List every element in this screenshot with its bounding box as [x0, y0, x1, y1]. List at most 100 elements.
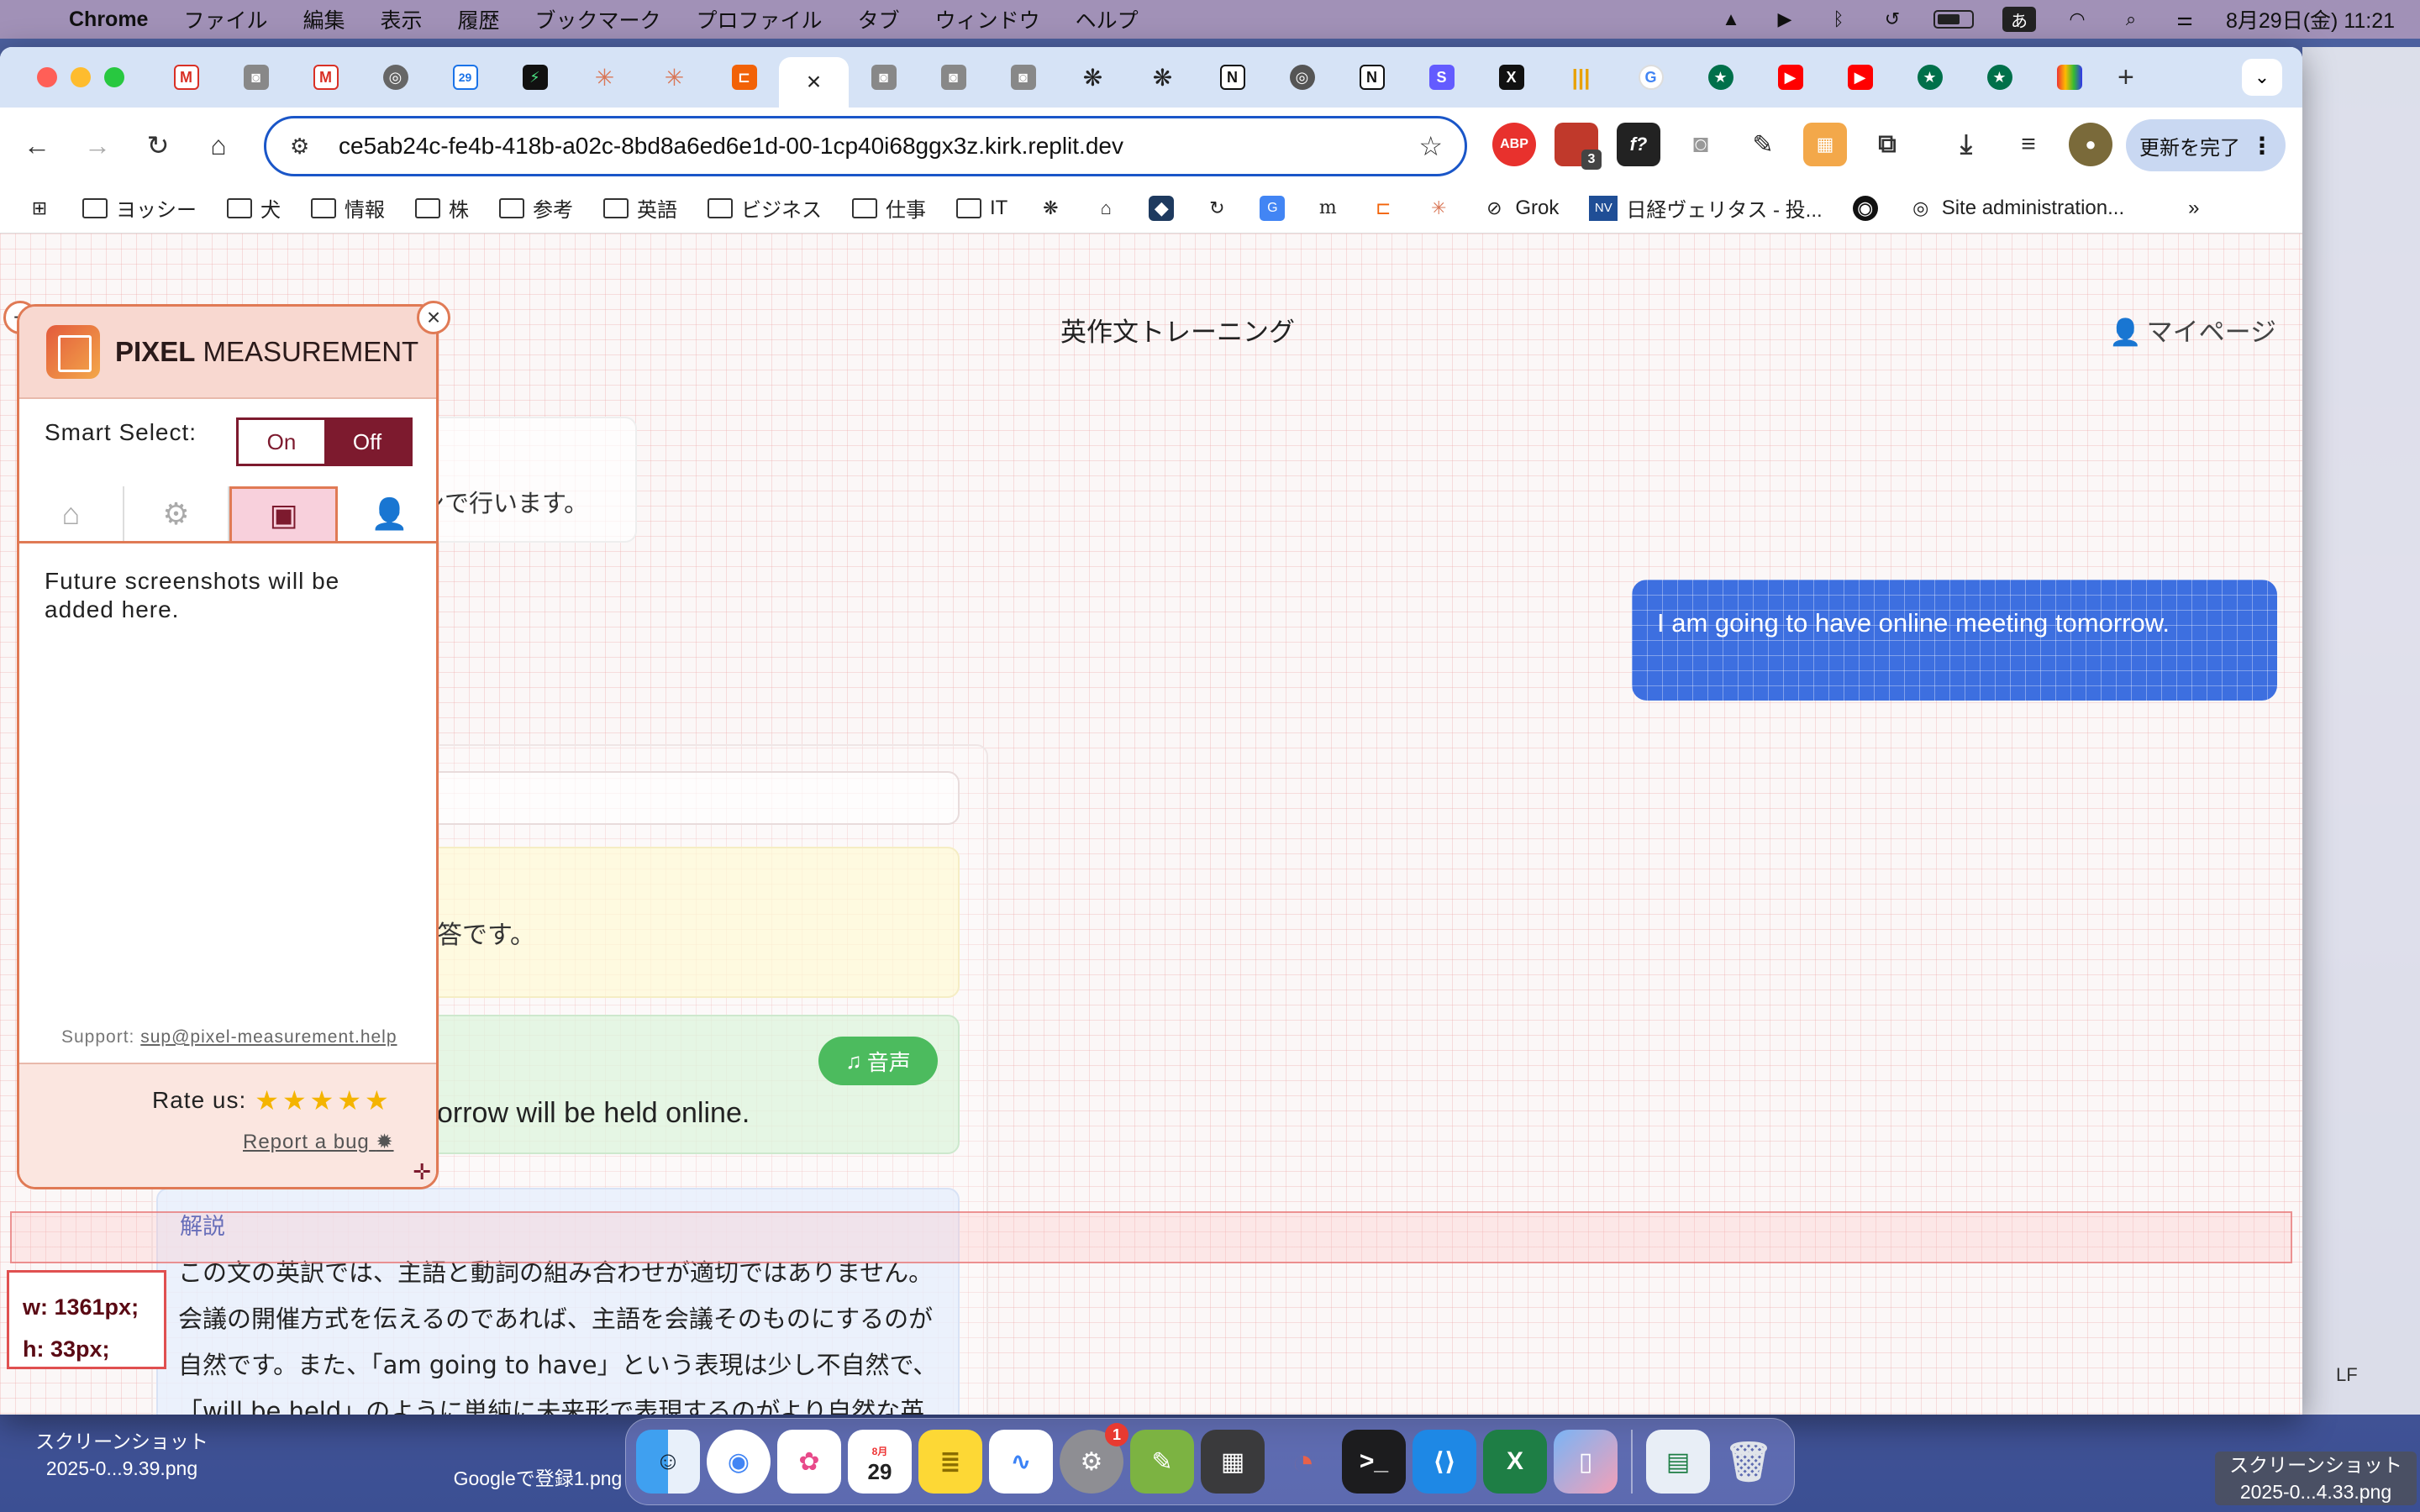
panel-close-button[interactable]: × [417, 301, 450, 334]
tab-google[interactable]: G [1616, 52, 1686, 102]
terminal-icon[interactable]: >_ [1342, 1430, 1406, 1494]
zoom-window-button[interactable] [104, 67, 124, 87]
tab-starbucks[interactable]: ★ [1686, 52, 1755, 102]
bookmark-site-admin[interactable]: ◎ Site administration... [1908, 196, 2124, 221]
apps-grid-icon[interactable]: ⊞ [27, 196, 52, 221]
bookmark-moodle[interactable]: ◉ [1852, 195, 1878, 221]
bookmark-folder-reference[interactable]: 参考 [499, 193, 573, 223]
wifi-icon[interactable]: ◠ [2065, 8, 2090, 30]
audio-button[interactable]: ♫ 音声 [818, 1037, 938, 1085]
site-info-icon[interactable]: ⚙ [290, 134, 339, 160]
forward-button[interactable]: → [67, 130, 128, 161]
tab-search-dropdown[interactable]: ⌄ [2242, 59, 2282, 96]
desktop-file-screenshot-2[interactable]: スクリーンショット 2025-0...4.33.png [2215, 1452, 2417, 1505]
reload-button[interactable]: ↻ [128, 129, 188, 161]
play-icon[interactable]: ▶ [1772, 8, 1797, 30]
bookmarks-overflow-button[interactable]: » [2188, 197, 2199, 220]
desktop-file-google-signup[interactable]: Googleで登録1.png [437, 1465, 639, 1492]
download-icon[interactable]: ⤓ [1944, 123, 1988, 166]
camera-icon[interactable]: ◙ [1679, 123, 1723, 166]
formula-icon[interactable]: f? [1617, 123, 1660, 166]
menu-app-name[interactable]: Chrome [69, 8, 148, 32]
tab-rainbow[interactable] [2034, 52, 2104, 102]
vscode-icon[interactable]: ⟨⟩ [1413, 1430, 1476, 1494]
tab-replit[interactable]: ⊏ [709, 52, 779, 102]
tab-starbucks-2[interactable]: ★ [1895, 52, 1965, 102]
support-email-link[interactable]: sup@pixel-measurement.help [140, 1027, 397, 1047]
tab-gmail[interactable]: M [151, 52, 221, 102]
tab-camera-2[interactable]: ◙ [849, 52, 918, 102]
smart-select-on-button[interactable]: On [239, 420, 324, 464]
bookmark-folder-info[interactable]: 情報 [311, 193, 385, 223]
tab-stripe[interactable]: S [1407, 52, 1476, 102]
finder-icon[interactable]: ☺ [636, 1430, 700, 1494]
tab-settings[interactable]: ⚙ [124, 486, 229, 541]
tab-starbucks-3[interactable]: ★ [1965, 52, 2034, 102]
report-bug-link[interactable]: Report a bug ✹ [243, 1130, 394, 1154]
tab-chatgpt-2[interactable]: ❋ [1128, 52, 1197, 102]
extension-badge-icon[interactable]: 3 [1555, 123, 1602, 170]
new-tab-button[interactable]: + [2118, 61, 2134, 94]
trash-icon[interactable]: 🗑 [1717, 1430, 1781, 1494]
iphone-mirroring-icon[interactable]: ▯ [1554, 1430, 1618, 1494]
smart-select-off-button[interactable]: Off [324, 420, 410, 464]
rating-stars-icon[interactable]: ★★★★★ [255, 1084, 392, 1116]
bluetooth-icon[interactable]: ᛒ [1826, 8, 1851, 30]
calendar-icon[interactable]: 8月 29 [848, 1430, 912, 1494]
tab-claude-2[interactable]: ✳ [639, 52, 709, 102]
bookmark-folder-yoshi[interactable]: ヨッシー [82, 193, 197, 223]
bookmark-folder-it[interactable]: IT [956, 197, 1007, 220]
tab-close-icon[interactable]: × [807, 68, 822, 97]
tab-notion-2[interactable]: N [1337, 52, 1407, 102]
photos-icon[interactable]: ✿ [777, 1430, 841, 1494]
bookmark-replit[interactable]: ⊏ [1370, 196, 1396, 221]
pen-icon[interactable]: ✎ [1741, 123, 1785, 166]
menu-view[interactable]: 表示 [381, 4, 423, 34]
notes-icon[interactable]: ≣ [918, 1430, 982, 1494]
mypage-link[interactable]: 👤 マイページ [2109, 311, 2276, 349]
tab-notion[interactable]: N [1197, 52, 1267, 102]
tab-account[interactable]: 👤 [338, 486, 436, 541]
input-method-indicator[interactable]: あ [2002, 7, 2036, 32]
system-settings-icon[interactable]: ⚙ 1 [1060, 1423, 1128, 1494]
tab-globe[interactable]: ◎ [360, 52, 430, 102]
control-center-icon[interactable]: ⚌ [2172, 8, 2197, 30]
bookmark-home[interactable]: ⌂ [1093, 196, 1118, 221]
url-text[interactable]: ce5ab24c-fe4b-418b-a02c-8bd8a6ed6e1d-00-… [339, 133, 1123, 160]
bookmark-folder-business[interactable]: ビジネス [708, 193, 822, 223]
tab-active[interactable]: × [779, 57, 849, 108]
tab-camera[interactable]: ◙ [221, 52, 291, 102]
bookmark-mail[interactable]: m [1315, 196, 1340, 221]
update-button[interactable]: 更新を完了 ⋮ [2126, 119, 2286, 171]
close-window-button[interactable] [37, 67, 57, 87]
menu-profiles[interactable]: プロファイル [697, 4, 823, 34]
tab-home[interactable]: ⌂ [19, 486, 124, 541]
time-machine-icon[interactable]: ↺ [1880, 8, 1905, 30]
avatar[interactable]: ● [2069, 123, 2112, 166]
recent-document-icon[interactable]: ▤ [1646, 1430, 1710, 1494]
bookmark-sync[interactable]: ↻ [1204, 196, 1229, 221]
media-controls-icon[interactable]: ≡ [2007, 123, 2050, 166]
tab-gmail-2[interactable]: M [291, 52, 360, 102]
kebab-menu-icon[interactable]: ⋮ [2250, 132, 2274, 160]
menubar-clock[interactable]: 8月29日(金) 11:21 [2226, 4, 2395, 34]
tab-chatgpt[interactable]: ❋ [1058, 52, 1128, 102]
excel-icon[interactable]: X [1483, 1430, 1547, 1494]
menu-bookmarks[interactable]: ブックマーク [535, 4, 661, 34]
back-button[interactable]: ← [7, 130, 67, 161]
tab-claude[interactable]: ✳ [570, 52, 639, 102]
address-bar[interactable]: ⚙ ce5ab24c-fe4b-418b-a02c-8bd8a6ed6e1d-0… [264, 116, 1467, 176]
move-handle-icon[interactable]: ✛ [413, 1159, 431, 1185]
bookmark-star-icon[interactable]: ☆ [1418, 130, 1443, 162]
monitor-app-icon[interactable]: ◔ [1271, 1430, 1335, 1494]
menu-edit[interactable]: 編集 [302, 4, 345, 34]
bookmark-nikkei[interactable]: NV 日経ヴェリタス - 投... [1589, 193, 1823, 223]
tab-calendar[interactable]: 29 [430, 52, 500, 102]
spotlight-search-icon[interactable]: ⌕ [2118, 8, 2144, 30]
tab-globe-2[interactable]: ◎ [1267, 52, 1337, 102]
bookmark-folder-work[interactable]: 仕事 [852, 193, 926, 223]
battery-icon[interactable] [1933, 10, 1974, 29]
menu-help[interactable]: ヘルプ [1076, 4, 1139, 34]
desktop-file-screenshot-1[interactable]: スクリーンショット 2025-0...9.39.png [17, 1428, 227, 1482]
tab-bolt[interactable]: ⚡ [500, 52, 570, 102]
